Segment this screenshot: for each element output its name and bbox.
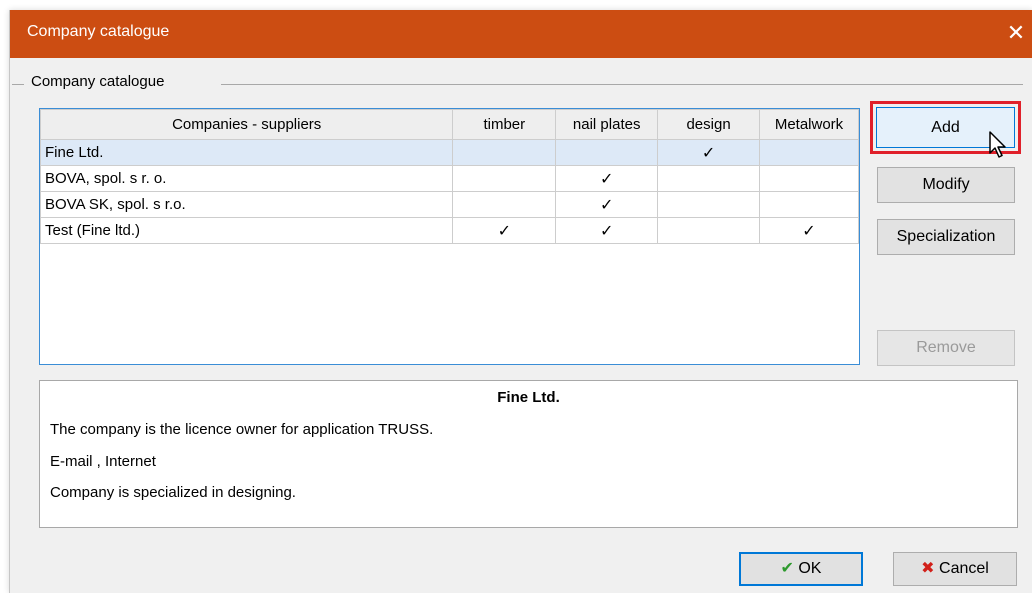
window-title: Company catalogue — [27, 23, 170, 40]
design-check — [657, 165, 761, 192]
nail-plates-check: ✓ — [555, 191, 659, 218]
metalwork-check — [759, 191, 859, 218]
column-header-metalwork[interactable]: Metalwork — [759, 109, 859, 140]
nail-plates-check: ✓ — [555, 217, 659, 244]
timber-check — [452, 191, 557, 218]
column-header-companies[interactable]: Companies - suppliers — [39, 109, 454, 140]
table-row[interactable]: Test (Fine ltd.) ✓ ✓ ✓ — [39, 217, 859, 244]
timber-check: ✓ — [452, 217, 557, 244]
company-name-cell: BOVA, spol. s r. o. — [39, 165, 454, 192]
column-header-design[interactable]: design — [657, 109, 761, 140]
cancel-label: Cancel — [939, 560, 989, 577]
info-licence-text: The company is the licence owner for app… — [50, 421, 434, 438]
modify-button[interactable]: Modify — [877, 167, 1015, 203]
timber-check — [452, 139, 557, 166]
title-bar: Company catalogue ✕ — [10, 10, 1032, 58]
group-border-left — [12, 84, 24, 85]
companies-grid[interactable]: Companies - suppliers timber nail plates… — [39, 108, 860, 365]
mouse-cursor-icon — [989, 131, 1006, 158]
table-row[interactable]: Fine Ltd. ✓ — [39, 139, 859, 166]
close-icon[interactable]: ✕ — [1003, 19, 1029, 47]
column-header-nail-plates[interactable]: nail plates — [555, 109, 659, 140]
cross-icon: ✖ — [921, 560, 935, 577]
company-name-cell: Test (Fine ltd.) — [39, 217, 454, 244]
company-info-panel: Fine Ltd. The company is the licence own… — [39, 380, 1018, 528]
table-row[interactable]: BOVA, spol. s r. o. ✓ — [39, 165, 859, 192]
design-check: ✓ — [657, 139, 761, 166]
design-check — [657, 191, 761, 218]
companies-table: Companies - suppliers timber nail plates… — [39, 109, 859, 244]
column-header-timber[interactable]: timber — [452, 109, 557, 140]
group-label: Company catalogue — [31, 73, 165, 90]
checkmark-icon: ✔ — [780, 560, 794, 577]
info-specialization-text: Company is specialized in designing. — [50, 484, 296, 501]
ok-label: OK — [798, 560, 822, 577]
metalwork-check — [759, 139, 859, 166]
remove-button[interactable]: Remove — [877, 330, 1015, 366]
metalwork-check — [759, 165, 859, 192]
info-contact-text: E-mail , Internet — [50, 453, 156, 470]
company-name-cell: BOVA SK, spol. s r.o. — [39, 191, 454, 218]
timber-check — [452, 165, 557, 192]
company-name-cell: Fine Ltd. — [39, 139, 454, 166]
group-border-right — [221, 84, 1023, 85]
nail-plates-check — [555, 139, 659, 166]
nail-plates-check: ✓ — [555, 165, 659, 192]
design-check — [657, 217, 761, 244]
metalwork-check: ✓ — [759, 217, 859, 244]
info-company-name: Fine Ltd. — [497, 389, 560, 406]
ok-button[interactable]: ✔ OK — [739, 552, 863, 586]
cancel-button[interactable]: ✖ Cancel — [893, 552, 1017, 586]
table-row[interactable]: BOVA SK, spol. s r.o. ✓ — [39, 191, 859, 218]
table-header-row: Companies - suppliers timber nail plates… — [39, 109, 859, 140]
specialization-button[interactable]: Specialization — [877, 219, 1015, 255]
